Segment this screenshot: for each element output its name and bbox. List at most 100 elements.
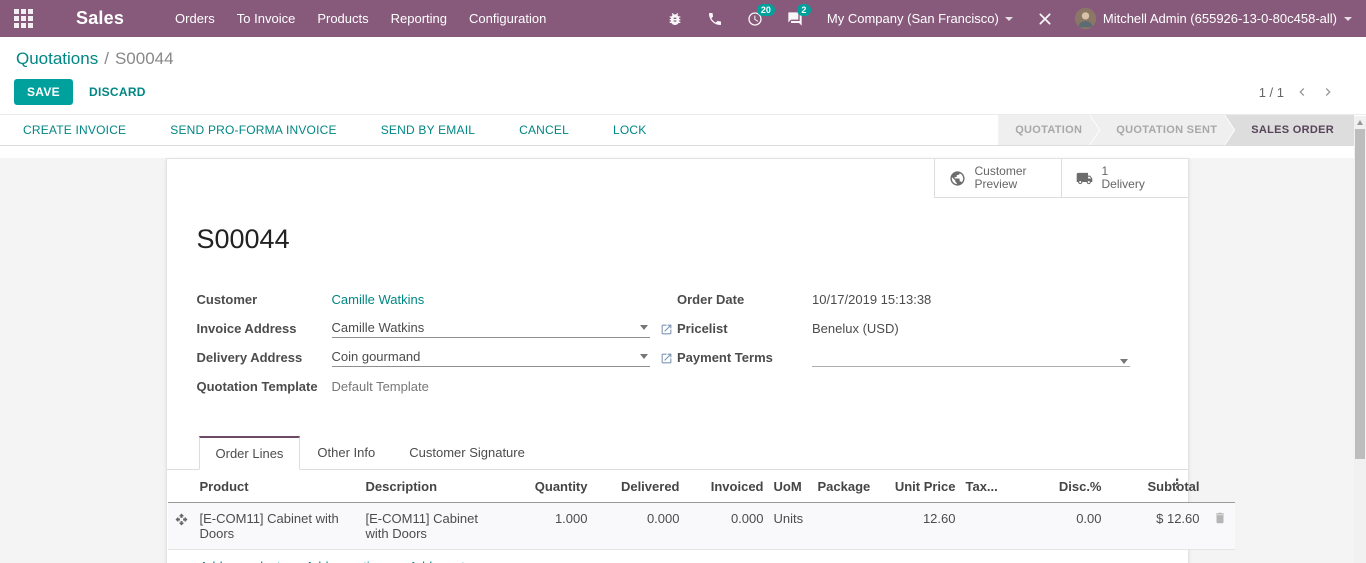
optional-columns-icon[interactable]: ⋮ <box>1171 477 1184 491</box>
menu-orders[interactable]: Orders <box>164 0 226 37</box>
field-label-pricelist: Pricelist <box>677 321 812 338</box>
lock-button[interactable]: LOCK <box>613 123 646 137</box>
external-link-icon[interactable] <box>660 352 673 367</box>
status-step-quotation[interactable]: QUOTATION <box>998 115 1099 145</box>
cell-subtotal: $ 12.60 <box>1107 503 1205 550</box>
clock-activity-icon[interactable]: 20 <box>735 0 775 37</box>
external-link-icon[interactable] <box>660 323 673 338</box>
cell-delivered[interactable]: 0.000 <box>593 503 685 550</box>
send-proforma-button[interactable]: SEND PRO-FORMA INVOICE <box>170 123 336 137</box>
col-unit-price: Unit Price <box>875 470 961 503</box>
add-links-row: Add a product Add a section Add a note <box>168 550 1235 563</box>
menu-reporting[interactable]: Reporting <box>380 0 458 37</box>
chevron-down-icon <box>1005 17 1013 21</box>
tab-customer-signature[interactable]: Customer Signature <box>392 436 542 470</box>
handle-column-header <box>168 470 195 503</box>
order-lines-table: ⋮ Product Description Quantity Delivered <box>167 470 1188 563</box>
col-invoiced: Invoiced <box>685 470 769 503</box>
field-label-order-date: Order Date <box>677 292 812 309</box>
col-description: Description <box>361 470 503 503</box>
invoice-address-value[interactable]: Camille Watkins <box>332 320 638 335</box>
control-panel: Quotations / S00044 SAVE DISCARD 1 / 1 <box>0 37 1366 114</box>
quotation-template-value: Default Template <box>332 379 429 394</box>
pager-next-icon[interactable] <box>1320 84 1336 100</box>
statusbar: QUOTATION QUOTATION SENT SALES ORDER <box>998 115 1354 145</box>
delivery-address-field[interactable]: Coin gourmand <box>332 349 650 367</box>
status-step-quotation-sent[interactable]: QUOTATION SENT <box>1090 115 1234 145</box>
cell-unit-price[interactable]: 12.60 <box>875 503 961 550</box>
user-name: Mitchell Admin (655926-13-0-80c458-all) <box>1103 11 1337 26</box>
status-step-sales-order[interactable]: SALES ORDER <box>1225 115 1354 145</box>
tab-other-info[interactable]: Other Info <box>300 436 392 470</box>
cancel-button[interactable]: CANCEL <box>519 123 569 137</box>
delete-line-icon[interactable] <box>1205 503 1235 550</box>
send-by-email-button[interactable]: SEND BY EMAIL <box>381 123 475 137</box>
drag-handle-icon[interactable] <box>168 503 195 550</box>
scrollbar-thumb[interactable] <box>1355 129 1365 459</box>
tab-order-lines[interactable]: Order Lines <box>199 436 301 470</box>
add-note-link[interactable]: Add a note <box>409 559 472 563</box>
save-button[interactable]: SAVE <box>14 79 73 105</box>
create-invoice-button[interactable]: CREATE INVOICE <box>23 123 126 137</box>
scrollbar-up-arrow[interactable] <box>1354 116 1366 128</box>
customer-value-link[interactable]: Camille Watkins <box>332 292 425 307</box>
cell-product[interactable]: [E-COM11] Cabinet with Doors <box>195 503 361 550</box>
pager: 1 / 1 <box>1259 84 1350 100</box>
dropdown-caret-icon[interactable] <box>1120 359 1128 364</box>
dropdown-caret-icon[interactable] <box>640 325 648 330</box>
dropdown-caret-icon[interactable] <box>640 354 648 359</box>
record-title: S00044 <box>197 224 1188 255</box>
pager-previous-icon[interactable] <box>1294 84 1310 100</box>
cell-uom[interactable]: Units <box>769 503 813 550</box>
bug-icon[interactable] <box>655 0 695 37</box>
form-view-background: Customer Preview 1 Delivery S00044 Custo… <box>0 158 1366 563</box>
discard-button[interactable]: DISCARD <box>89 85 146 99</box>
tools-icon[interactable] <box>1025 0 1065 37</box>
cell-quantity[interactable]: 1.000 <box>503 503 593 550</box>
topbar-menus: Orders To Invoice Products Reporting Con… <box>164 0 557 37</box>
customer-preview-button[interactable]: Customer Preview <box>934 159 1061 198</box>
col-product: Product <box>195 470 361 503</box>
phone-icon[interactable] <box>695 0 735 37</box>
app-name[interactable]: Sales <box>76 8 124 29</box>
add-section-link[interactable]: Add a section <box>305 559 384 563</box>
pricelist-value: Benelux (USD) <box>812 321 1130 338</box>
company-switcher[interactable]: My Company (San Francisco) <box>815 0 1025 37</box>
cell-tax[interactable] <box>961 503 1019 550</box>
cell-package[interactable] <box>813 503 875 550</box>
cell-description[interactable]: [E-COM11] Cabinet with Doors <box>361 503 503 550</box>
cell-invoiced[interactable]: 0.000 <box>685 503 769 550</box>
col-quantity: Quantity <box>503 470 593 503</box>
chevron-down-icon <box>1344 17 1352 21</box>
cell-disc[interactable]: 0.00 <box>1019 503 1107 550</box>
user-menu[interactable]: Mitchell Admin (655926-13-0-80c458-all) <box>1065 0 1366 37</box>
menu-configuration[interactable]: Configuration <box>458 0 557 37</box>
order-line-row: [E-COM11] Cabinet with Doors [E-COM11] C… <box>168 503 1235 550</box>
scrollbar[interactable] <box>1354 116 1366 563</box>
menu-to-invoice[interactable]: To Invoice <box>226 0 307 37</box>
trash-column-header <box>1205 470 1235 503</box>
breadcrumb-current: S00044 <box>115 49 174 68</box>
form-sheet: Customer Preview 1 Delivery S00044 Custo… <box>166 158 1189 563</box>
breadcrumb: Quotations / S00044 <box>0 37 1366 71</box>
truck-icon <box>1076 170 1093 187</box>
field-label-delivery-address: Delivery Address <box>197 350 332 367</box>
field-label-quotation-template: Quotation Template <box>197 379 332 396</box>
field-label-customer: Customer <box>197 292 332 309</box>
action-statusbar: CREATE INVOICE SEND PRO-FORMA INVOICE SE… <box>0 114 1366 146</box>
breadcrumb-separator: / <box>104 49 109 68</box>
payment-terms-field[interactable] <box>812 359 1130 367</box>
menu-products[interactable]: Products <box>306 0 379 37</box>
delivery-address-value[interactable]: Coin gourmand <box>332 349 638 364</box>
delivery-count: 1 <box>1102 164 1109 178</box>
chat-messages-icon[interactable]: 2 <box>775 0 815 37</box>
col-tax: Tax... <box>961 470 1019 503</box>
breadcrumb-quotations[interactable]: Quotations <box>16 49 98 68</box>
add-product-link[interactable]: Add a product <box>200 559 281 563</box>
invoice-address-field[interactable]: Camille Watkins <box>332 320 650 338</box>
notebook-tabs: Order Lines Other Info Customer Signatur… <box>167 435 1188 470</box>
message-badge: 2 <box>797 4 811 16</box>
field-label-invoice-address: Invoice Address <box>197 321 332 338</box>
delivery-button[interactable]: 1 Delivery <box>1061 159 1188 198</box>
apps-grid-icon[interactable] <box>14 9 34 29</box>
